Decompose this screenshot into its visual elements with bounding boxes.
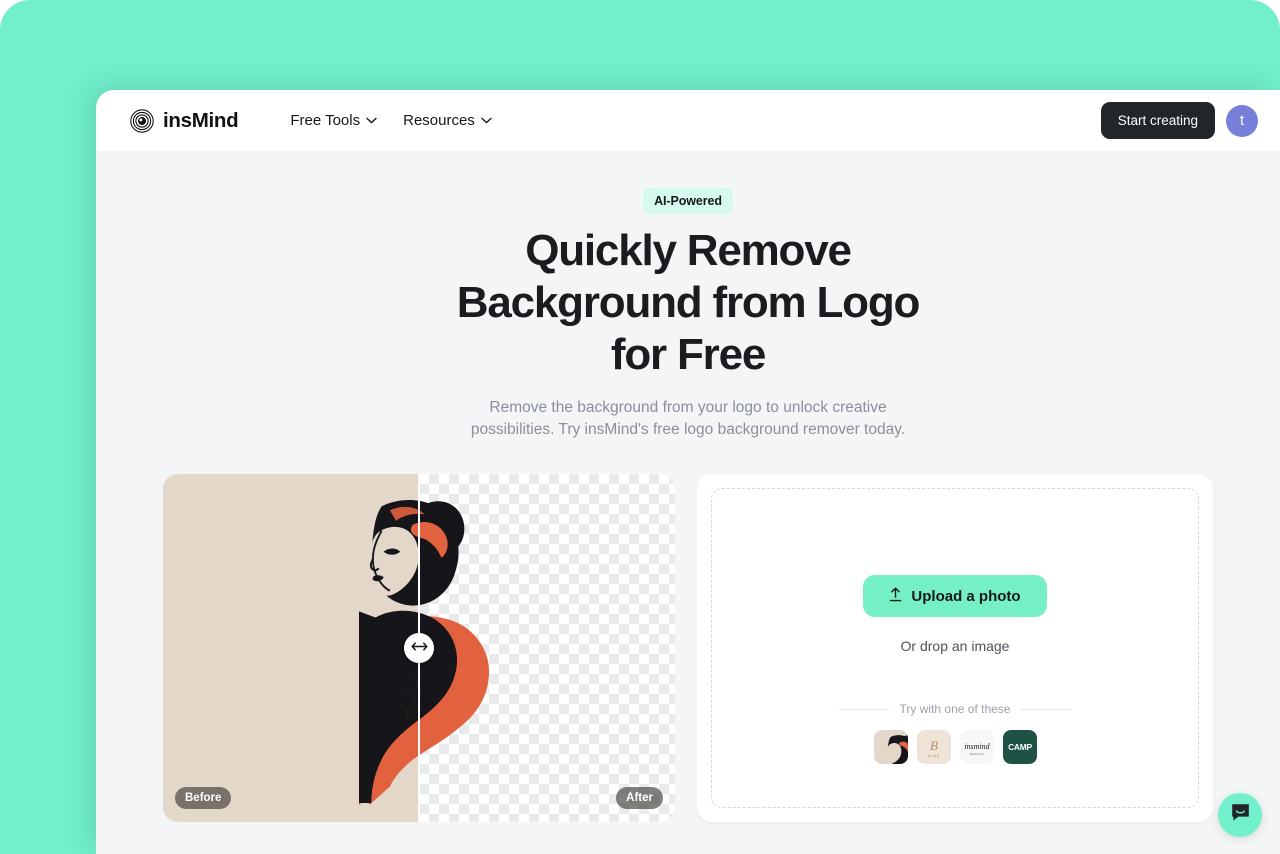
nav-item-label: Resources	[403, 112, 475, 129]
sample-thumbnails: B BLUE insmind ·DESIGN· CAMP	[873, 730, 1037, 764]
drop-image-hint: Or drop an image	[900, 638, 1010, 654]
nav-item-label: Free Tools	[290, 112, 361, 129]
page-subtitle-line: Remove the background from your logo to …	[489, 399, 887, 416]
page-title-line: Quickly Remove	[525, 226, 852, 275]
sample-thumb-woman-illustration[interactable]	[873, 730, 908, 764]
before-after-comparison[interactable]: Before After	[163, 474, 675, 822]
site-header: insMind Free Tools Resources Start creat…	[96, 90, 1280, 151]
upload-arrow-icon	[889, 587, 902, 606]
chat-widget-button[interactable]	[1218, 793, 1262, 837]
svg-text:insmind: insmind	[964, 742, 990, 751]
hero-section: AI-Powered Quickly Remove Background fro…	[96, 151, 1280, 441]
upload-panel: Upload a photo Or drop an image Try with…	[697, 474, 1213, 822]
after-label-badge: After	[616, 787, 663, 809]
woman-illustration-before	[163, 474, 419, 822]
upload-a-photo-button[interactable]: Upload a photo	[863, 575, 1047, 617]
woman-illustration-after	[419, 474, 675, 822]
brand-name: insMind	[163, 108, 239, 132]
nav-item-free-tools[interactable]: Free Tools	[290, 112, 377, 129]
page-subtitle: Remove the background from your logo to …	[96, 397, 1280, 441]
page-subtitle-line: possibilities. Try insMind's free logo b…	[470, 421, 906, 438]
main-content: Before After Upload a photo Or drop an i…	[96, 474, 1280, 822]
header-actions: Start creating t	[1100, 102, 1258, 139]
brand-logo[interactable]: insMind	[130, 108, 239, 133]
concentric-rings-logo-icon	[130, 108, 154, 133]
start-creating-button[interactable]: Start creating	[1100, 102, 1215, 139]
svg-text:B: B	[930, 738, 938, 753]
main-nav: Free Tools Resources	[290, 112, 492, 129]
comparison-slider-handle[interactable]	[404, 633, 434, 663]
upload-button-label: Upload a photo	[911, 587, 1021, 605]
sample-thumb-insmind-script[interactable]: insmind ·DESIGN·	[959, 730, 994, 764]
sample-thumb-b-monogram[interactable]: B BLUE	[916, 730, 951, 764]
svg-text:·DESIGN·: ·DESIGN·	[968, 752, 985, 756]
sample-thumb-camp-logo[interactable]: CAMP	[1002, 730, 1037, 764]
try-samples-divider: Try with one of these	[839, 702, 1072, 716]
left-right-arrow-icon	[410, 639, 428, 657]
divider-rule-right	[1021, 708, 1072, 710]
upload-dropzone[interactable]: Upload a photo Or drop an image Try with…	[711, 488, 1199, 808]
comparison-after-side	[419, 474, 675, 822]
app-window: insMind Free Tools Resources Start creat…	[96, 90, 1280, 854]
svg-text:CAMP: CAMP	[1008, 742, 1032, 752]
comparison-before-side	[163, 474, 419, 822]
user-avatar[interactable]: t	[1226, 104, 1258, 137]
chat-bubble-icon	[1230, 802, 1251, 828]
page-title-line: Background from Logo	[456, 278, 921, 327]
divider-rule-left	[839, 708, 889, 710]
nav-item-resources[interactable]: Resources	[403, 112, 492, 129]
before-label-badge: Before	[175, 787, 232, 809]
ai-powered-badge: AI-Powered	[643, 188, 733, 214]
page-title: Quickly Remove Background from Logo for …	[96, 229, 1280, 377]
svg-text:BLUE: BLUE	[928, 754, 940, 758]
chevron-down-icon	[366, 117, 377, 124]
try-samples-label: Try with one of these	[899, 702, 1011, 716]
page-title-line: for Free	[610, 330, 766, 379]
chevron-down-icon	[481, 117, 492, 124]
